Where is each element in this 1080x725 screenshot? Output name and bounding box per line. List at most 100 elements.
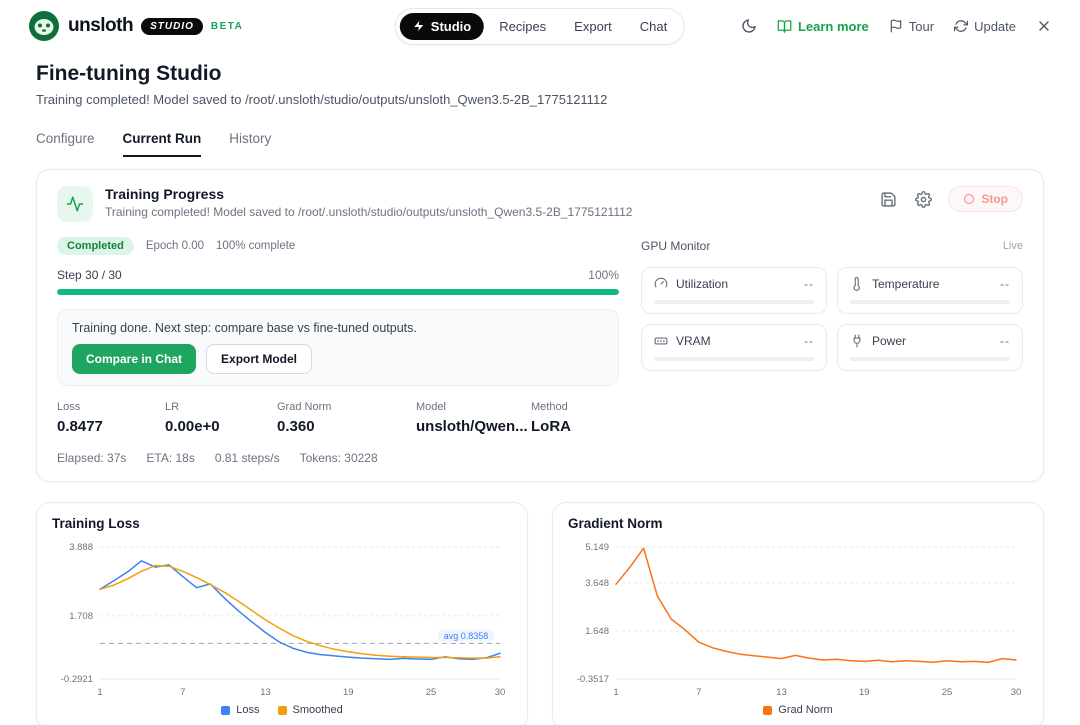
refresh-icon bbox=[954, 19, 968, 33]
gpu-card-vram: VRAM -- bbox=[641, 324, 827, 371]
progress-bar bbox=[57, 289, 619, 295]
legend-item-smoothed: Smoothed bbox=[278, 704, 343, 716]
gpu-card-value: -- bbox=[1000, 277, 1010, 291]
page-header: Fine-tuning Studio Training completed! M… bbox=[36, 62, 1044, 107]
save-button[interactable] bbox=[878, 189, 899, 210]
complete-label: 100% complete bbox=[216, 240, 295, 252]
charts-row: Training Loss 3.8881.708-0.2921171319253… bbox=[36, 502, 1044, 725]
svg-text:-0.2921: -0.2921 bbox=[61, 674, 93, 685]
svg-text:1: 1 bbox=[97, 687, 102, 698]
steps-per-sec-label: 0.81 steps/s bbox=[215, 451, 280, 465]
eta-label: ETA: 18s bbox=[146, 451, 194, 465]
stop-circle-icon bbox=[963, 193, 975, 205]
svg-text:25: 25 bbox=[426, 687, 437, 698]
stat-loss: Loss 0.8477 bbox=[57, 401, 165, 435]
timing-row: Elapsed: 37s ETA: 18s 0.81 steps/s Token… bbox=[57, 451, 619, 465]
tab-current-run[interactable]: Current Run bbox=[123, 131, 202, 157]
gpu-monitor: GPU Monitor Live Utilization -- bbox=[641, 236, 1023, 465]
epoch-label: Epoch 0.00 bbox=[146, 240, 204, 252]
stat-grad-norm: Grad Norm 0.360 bbox=[277, 401, 416, 435]
svg-text:avg 0.8358: avg 0.8358 bbox=[444, 631, 489, 641]
gpu-card-value: -- bbox=[804, 334, 814, 348]
tab-history[interactable]: History bbox=[229, 131, 271, 157]
update-button[interactable]: Update bbox=[954, 19, 1016, 34]
compare-in-chat-button[interactable]: Compare in Chat bbox=[72, 344, 196, 374]
brand-wordmark: unsloth bbox=[68, 15, 133, 37]
nav-label: Chat bbox=[640, 19, 667, 34]
svg-text:25: 25 bbox=[942, 687, 953, 698]
gauge-icon bbox=[654, 277, 668, 291]
grad-norm-swatch bbox=[763, 706, 772, 715]
card-header-controls: Stop bbox=[878, 186, 1023, 212]
svg-text:3.888: 3.888 bbox=[69, 542, 93, 553]
top-bar: unsloth STUDIO BETA Studio Recipes Expor… bbox=[0, 0, 1080, 52]
tokens-label: Tokens: 30228 bbox=[300, 451, 378, 465]
export-model-button[interactable]: Export Model bbox=[206, 344, 312, 374]
theme-toggle-button[interactable] bbox=[741, 18, 757, 34]
svg-text:7: 7 bbox=[180, 687, 185, 698]
gpu-card-label: Utilization bbox=[676, 277, 728, 291]
next-step-box: Training done. Next step: compare base v… bbox=[57, 309, 619, 386]
svg-text:19: 19 bbox=[859, 687, 870, 698]
stop-button[interactable]: Stop bbox=[948, 186, 1023, 212]
card-header: Training Progress Training completed! Mo… bbox=[57, 186, 1023, 222]
run-summary-column: Completed Epoch 0.00 100% complete Step … bbox=[57, 236, 619, 465]
card-subtitle: Training completed! Model saved to /root… bbox=[105, 205, 632, 219]
header-actions: Learn more Tour Update bbox=[741, 18, 1052, 34]
svg-text:19: 19 bbox=[343, 687, 354, 698]
loss-swatch bbox=[221, 706, 230, 715]
learn-more-label: Learn more bbox=[798, 19, 869, 34]
chart-legend: Grad Norm bbox=[568, 704, 1028, 716]
chart-legend: Loss Smoothed bbox=[52, 704, 512, 716]
svg-text:1.708: 1.708 bbox=[69, 611, 93, 622]
nav-item-export[interactable]: Export bbox=[561, 13, 625, 40]
svg-text:1: 1 bbox=[613, 687, 618, 698]
svg-text:13: 13 bbox=[260, 687, 271, 698]
nav-item-studio[interactable]: Studio bbox=[400, 13, 484, 40]
gpu-utilization-bar bbox=[654, 300, 814, 304]
tab-configure[interactable]: Configure bbox=[36, 131, 95, 157]
gradient-norm-chart: 5.1493.6481.648-0.35171713192530 bbox=[568, 537, 1028, 701]
elapsed-label: Elapsed: 37s bbox=[57, 451, 126, 465]
step-label: Step 30 / 30 bbox=[57, 268, 122, 282]
nav-item-chat[interactable]: Chat bbox=[627, 13, 680, 40]
stat-model: Model unsloth/Qwen... bbox=[416, 401, 531, 435]
close-button[interactable] bbox=[1036, 18, 1052, 34]
gpu-card-power: Power -- bbox=[837, 324, 1023, 371]
gpu-power-bar bbox=[850, 357, 1010, 361]
next-step-text: Training done. Next step: compare base v… bbox=[72, 321, 604, 335]
tour-button[interactable]: Tour bbox=[889, 19, 934, 34]
gpu-card-value: -- bbox=[804, 277, 814, 291]
chart-title: Gradient Norm bbox=[568, 516, 1028, 531]
svg-text:30: 30 bbox=[1011, 687, 1022, 698]
settings-button[interactable] bbox=[913, 189, 934, 210]
progress-block: Step 30 / 30 100% bbox=[57, 268, 619, 295]
svg-text:3.648: 3.648 bbox=[585, 578, 609, 589]
gpu-card-label: Power bbox=[872, 334, 906, 348]
activity-icon bbox=[57, 186, 93, 222]
svg-text:30: 30 bbox=[495, 687, 506, 698]
svg-text:7: 7 bbox=[696, 687, 701, 698]
floppy-icon bbox=[880, 191, 897, 208]
brand: unsloth STUDIO BETA bbox=[28, 10, 243, 42]
gpu-card-utilization: Utilization -- bbox=[641, 267, 827, 314]
svg-text:5.149: 5.149 bbox=[585, 542, 609, 553]
beta-label: BETA bbox=[211, 21, 243, 32]
progress-percent: 100% bbox=[588, 268, 619, 282]
stat-lr: LR 0.00e+0 bbox=[165, 401, 277, 435]
nav-label: Studio bbox=[431, 19, 471, 34]
gpu-live-label: Live bbox=[1003, 240, 1023, 252]
stop-label: Stop bbox=[981, 192, 1008, 206]
page-subtitle: Training completed! Model saved to /root… bbox=[36, 92, 1044, 107]
nav-item-recipes[interactable]: Recipes bbox=[486, 13, 559, 40]
gpu-vram-bar bbox=[654, 357, 814, 361]
flag-icon bbox=[889, 19, 903, 33]
unsloth-logo-icon bbox=[28, 10, 60, 42]
gpu-card-label: VRAM bbox=[676, 334, 711, 348]
learn-more-button[interactable]: Learn more bbox=[777, 19, 869, 34]
training-loss-chart: 3.888 1.708 -0.2921 1 7 13 19 25 30 avg 0.8358 bbox=[52, 537, 512, 701]
moon-icon bbox=[741, 18, 757, 34]
gradient-norm-chart-card: Gradient Norm 5.1493.6481.648-0.35171713… bbox=[552, 502, 1044, 725]
thermometer-icon bbox=[850, 277, 864, 291]
page-title: Fine-tuning Studio bbox=[36, 62, 1044, 86]
